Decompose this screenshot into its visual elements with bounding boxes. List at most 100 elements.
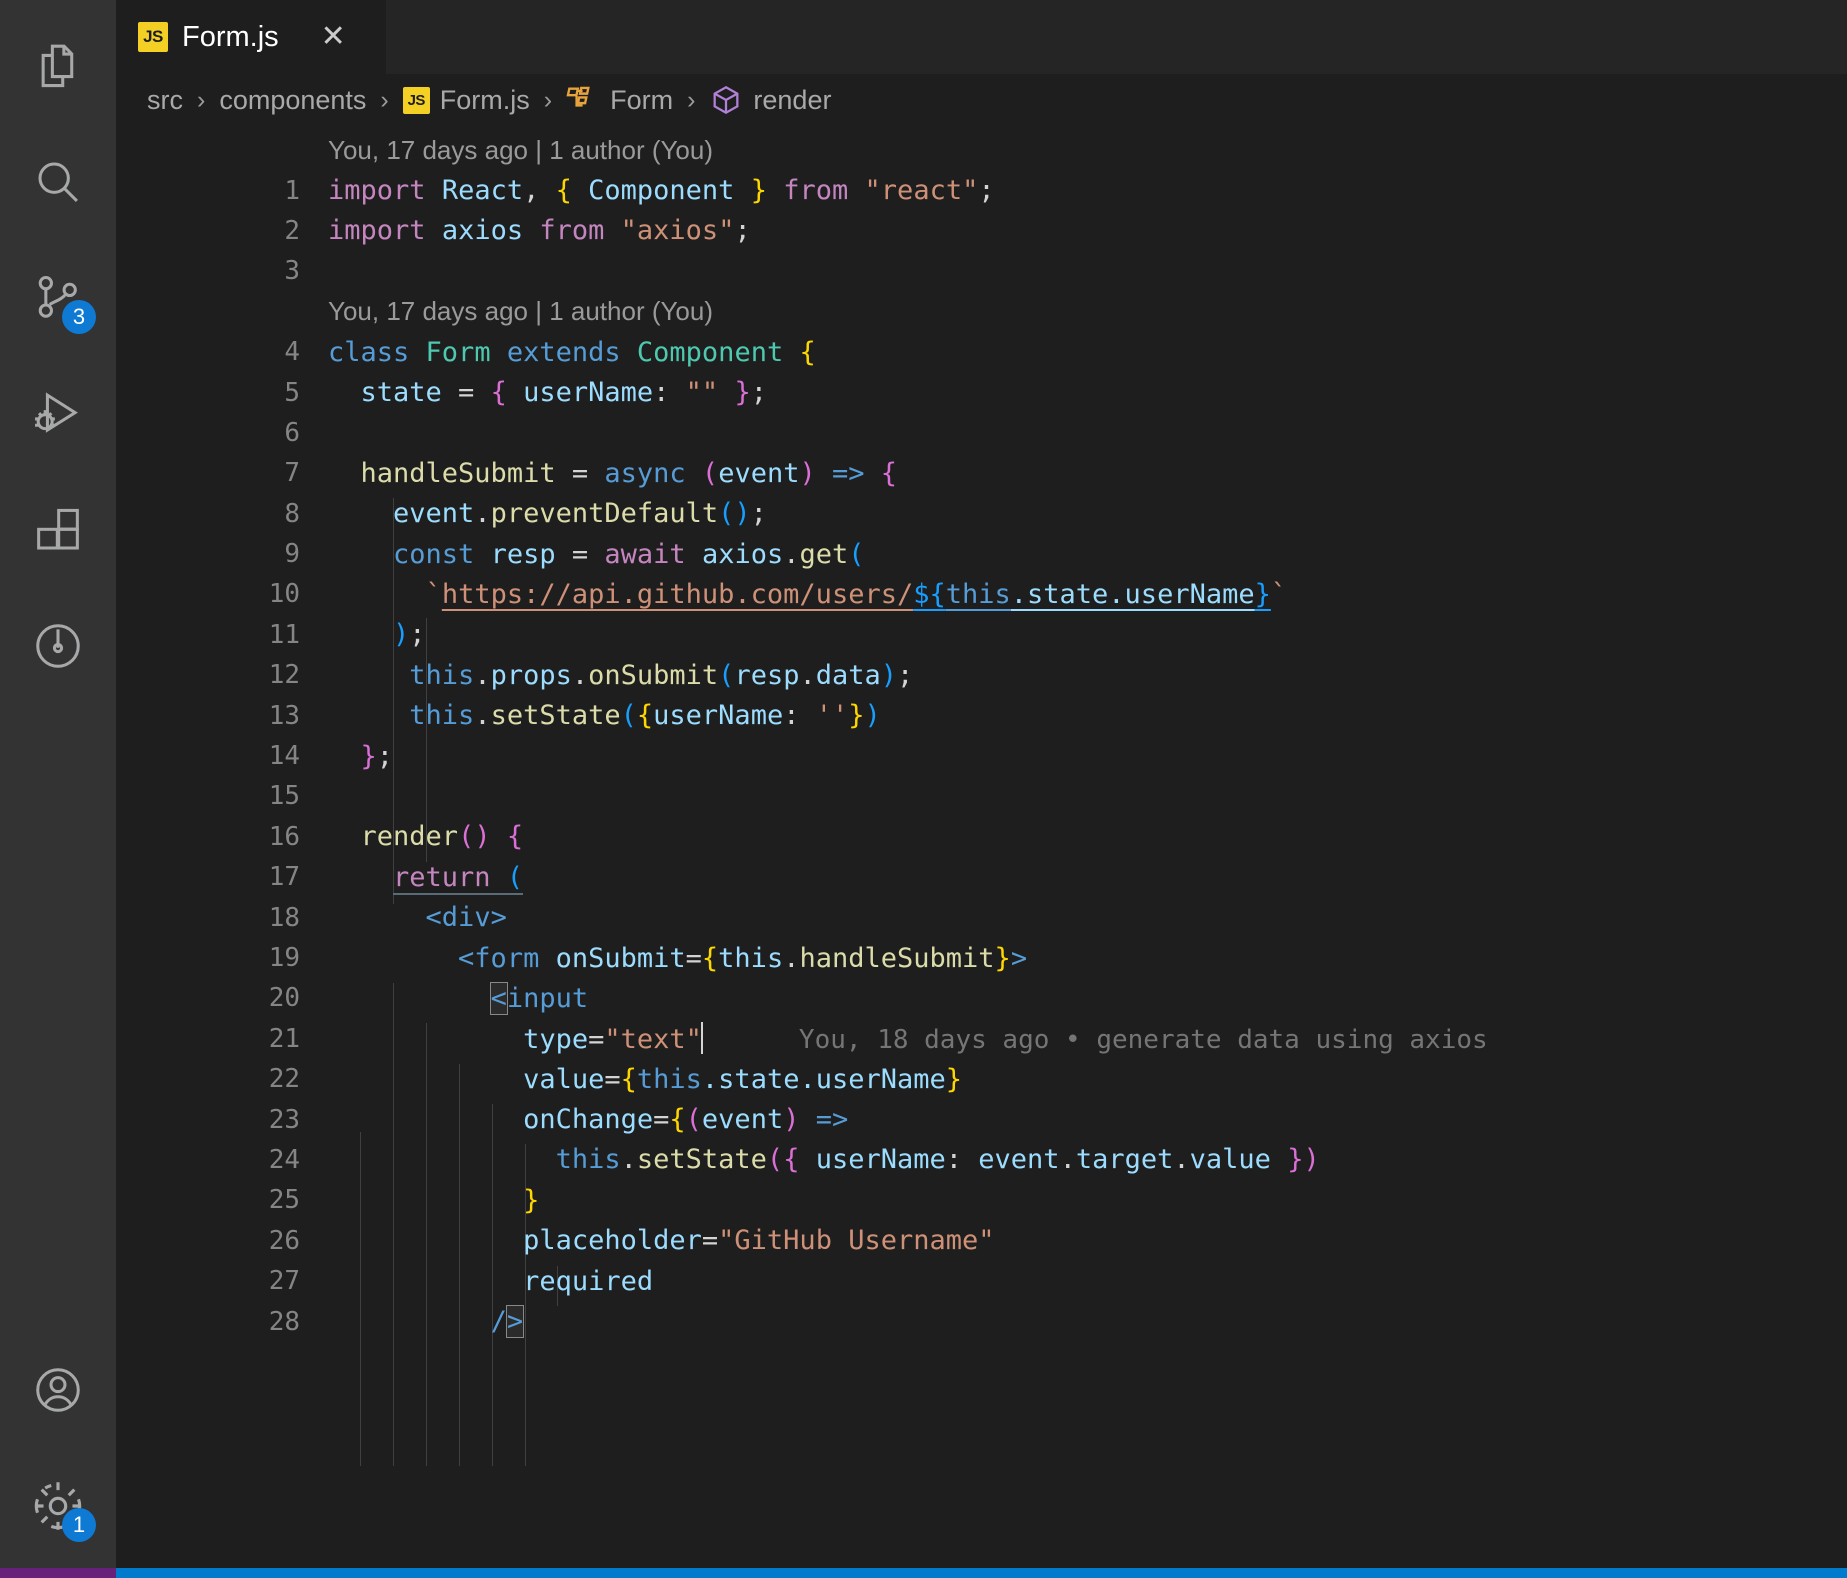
- code-line-content: required: [523, 1265, 654, 1297]
- breadcrumb-item-src[interactable]: src: [147, 85, 183, 116]
- line-number: 10: [268, 579, 300, 610]
- breadcrumb-item-components[interactable]: components: [219, 85, 366, 116]
- code-line: 19 <form onSubmit={this.handleSubmit}>: [116, 938, 1847, 978]
- account-icon: [31, 1363, 85, 1417]
- vscode-window: 3 1 JS Form.js ✕ src › components › JS F…: [0, 0, 1847, 1578]
- code-line-content: <div>: [425, 902, 507, 934]
- code-line: 8 event.preventDefault();: [116, 494, 1847, 534]
- code-line-content: state = { userName: "" };: [360, 377, 767, 409]
- code-line: 25 }: [116, 1180, 1847, 1220]
- code-line-content: import axios from "axios";: [328, 215, 751, 247]
- line-number: 8: [284, 498, 300, 529]
- tab-bar-empty-space: [386, 0, 1847, 74]
- activity-bar-item-testing[interactable]: [0, 588, 116, 704]
- code-line: 1 import React, { Component } from "reac…: [116, 170, 1847, 210]
- activity-bar-item-run-and-debug[interactable]: [0, 356, 116, 472]
- code-line-content: return (: [393, 861, 524, 895]
- line-number: 26: [268, 1225, 300, 1256]
- code-line: 2 import axios from "axios";: [116, 211, 1847, 251]
- activity-bar-item-extensions[interactable]: [0, 472, 116, 588]
- code-line: 11 );: [116, 615, 1847, 655]
- line-number: 17: [268, 862, 300, 893]
- breadcrumb-label: components: [219, 84, 367, 115]
- method-symbol-icon: [709, 83, 743, 117]
- blame-annotation-row: You, 17 days ago | 1 author (You): [116, 130, 1847, 170]
- class-symbol-icon: [566, 83, 600, 117]
- line-number: 12: [268, 660, 300, 691]
- breadcrumb-item-form-js[interactable]: JS Form.js: [402, 85, 530, 116]
- code-line-content: }: [523, 1184, 540, 1216]
- line-number: 5: [284, 377, 300, 408]
- code-line-content: this.props.onSubmit(resp.data);: [409, 659, 914, 691]
- code-line-content: event.preventDefault();: [393, 498, 767, 530]
- chevron-right-icon: ›: [380, 85, 389, 114]
- code-line-content: <input: [489, 981, 589, 1015]
- line-number: 21: [268, 1023, 300, 1054]
- code-line-content: value={this.state.userName}: [523, 1063, 963, 1095]
- activity-bar-item-explorer[interactable]: [0, 8, 116, 124]
- code-line: 16 render() {: [116, 817, 1847, 857]
- breadcrumb-label: src: [147, 84, 183, 115]
- code-line: 23 onChange={(event) =>: [116, 1099, 1847, 1139]
- code-line: 12 this.props.onSubmit(resp.data);: [116, 655, 1847, 695]
- tab-form-js[interactable]: JS Form.js ✕: [116, 0, 386, 74]
- close-icon[interactable]: ✕: [321, 22, 346, 52]
- code-line: 4 class Form extends Component {: [116, 332, 1847, 372]
- code-editor[interactable]: You, 17 days ago | 1 author (You) 1 impo…: [116, 126, 1847, 1578]
- line-number: 7: [284, 458, 300, 489]
- tab-label: Form.js: [182, 20, 279, 53]
- code-line: 3: [116, 251, 1847, 291]
- code-line: 15: [116, 776, 1847, 816]
- line-number: 9: [284, 539, 300, 570]
- line-number: 23: [268, 1104, 300, 1135]
- breadcrumb-item-render-method[interactable]: render: [709, 83, 831, 117]
- code-line: 7 handleSubmit = async (event) => {: [116, 453, 1847, 493]
- url-link[interactable]: https://api.github.com/users/: [442, 579, 913, 610]
- blame-heading: You, 17 days ago | 1 author (You): [328, 296, 714, 327]
- line-number: 1: [284, 175, 300, 206]
- line-number: 16: [268, 821, 300, 852]
- line-number: 27: [268, 1266, 300, 1297]
- blame-annotation-row: You, 17 days ago | 1 author (You): [116, 292, 1847, 332]
- extensions-icon: [31, 503, 85, 557]
- code-line-content: };: [360, 740, 394, 772]
- chevron-right-icon: ›: [687, 85, 696, 114]
- breadcrumb-item-form-class[interactable]: Form: [566, 83, 673, 117]
- activity-bar: 3 1: [0, 0, 116, 1578]
- line-number: 3: [284, 256, 300, 287]
- indent-guide: [360, 1132, 361, 1466]
- bracket-match-highlight: <: [489, 981, 508, 1015]
- activity-bar-item-search[interactable]: [0, 124, 116, 240]
- statusbar-remote-indicator[interactable]: [0, 1568, 116, 1578]
- code-line: 14 };: [116, 736, 1847, 776]
- code-line: 28 />: [116, 1301, 1847, 1341]
- code-line: 13 this.setState({userName: ''}): [116, 695, 1847, 735]
- code-line: 9 const resp = await axios.get(: [116, 534, 1847, 574]
- line-number: 28: [268, 1306, 300, 1337]
- run-debug-icon: [31, 387, 85, 441]
- code-line: 17 return (: [116, 857, 1847, 897]
- code-line-content: const resp = await axios.get(: [393, 538, 865, 570]
- line-number: 13: [268, 700, 300, 731]
- code-line-content: type="text" You, 18 days ago • generate d…: [523, 1022, 1488, 1056]
- code-line-content: placeholder="GitHub Username": [523, 1225, 995, 1257]
- code-line: 24 this.setState({ userName: event.targe…: [116, 1140, 1847, 1180]
- search-icon: [31, 155, 85, 209]
- line-number: 25: [268, 1185, 300, 1216]
- line-number: 2: [284, 215, 300, 246]
- testing-icon: [31, 619, 85, 673]
- line-number: 11: [268, 619, 300, 650]
- activity-bar-item-accounts[interactable]: [0, 1332, 116, 1448]
- activity-bar-item-source-control[interactable]: 3: [0, 240, 116, 356]
- editor-group: JS Form.js ✕ src › components › JS Form.…: [116, 0, 1847, 1578]
- line-number: 20: [268, 983, 300, 1014]
- line-number: 19: [268, 943, 300, 973]
- code-line: 18 <div>: [116, 897, 1847, 937]
- code-line-content: render() {: [360, 821, 524, 853]
- activity-bar-item-manage-settings[interactable]: 1: [0, 1448, 116, 1564]
- code-line-content: this.setState({userName: ''}): [409, 700, 881, 732]
- line-number: 6: [284, 417, 300, 448]
- code-line: 6: [116, 413, 1847, 453]
- js-file-icon: JS: [138, 22, 168, 52]
- js-file-icon: JS: [402, 86, 430, 114]
